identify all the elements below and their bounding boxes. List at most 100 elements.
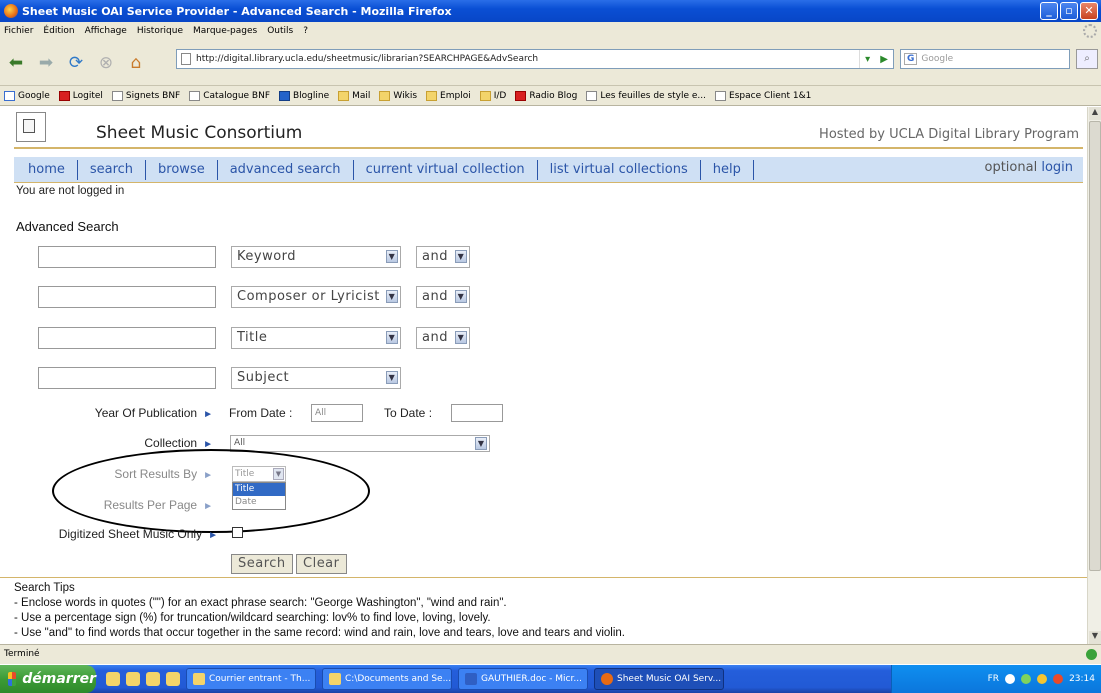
to-date-input[interactable] [451,404,503,422]
menu-affichage[interactable]: Affichage [85,26,127,36]
google-icon [4,90,15,101]
start-button[interactable]: démarrer [0,665,96,693]
site-logo-icon [16,112,46,142]
google-engine-icon[interactable]: G [904,53,918,65]
tray-icon[interactable] [1053,674,1064,684]
collection-label: Collection ► [40,436,213,450]
search-button[interactable]: Search [231,554,293,574]
bool-select-1[interactable]: and ▼ [416,246,470,268]
url-go[interactable]: ▾ ▶ [859,50,893,68]
bookmark-mail[interactable]: Mail [338,90,370,101]
menu-help[interactable]: ? [303,26,308,36]
field-select-1[interactable]: Keyword ▼ [231,246,401,268]
chevron-down-icon[interactable]: ▼ [455,331,467,344]
menu-fichier[interactable]: Fichier [4,26,33,36]
vertical-scrollbar[interactable]: ▲ ▼ [1087,107,1101,644]
sort-option-date[interactable]: Date [233,496,285,509]
field-select-4[interactable]: Subject ▼ [231,367,401,389]
tab-home[interactable]: home [14,159,78,180]
bookmark-wikis[interactable]: Wikis [379,90,417,101]
language-indicator[interactable]: FR [988,674,999,684]
tab-help[interactable]: help [701,159,754,180]
volume-icon[interactable] [1037,674,1048,684]
field-select-2[interactable]: Composer or Lyricist ▼ [231,286,401,308]
tray-icon[interactable] [1005,674,1016,684]
quick-launch-icon[interactable] [146,672,160,686]
digitized-checkbox[interactable] [232,527,243,538]
quick-launch-icon[interactable] [166,672,180,686]
search-term-4-input[interactable] [38,367,216,389]
login-link[interactable]: login [1041,160,1073,175]
chevron-down-icon[interactable]: ▼ [455,290,467,303]
forward-icon[interactable]: ➡ [34,51,58,75]
search-term-1-input[interactable] [38,246,216,268]
maximize-button[interactable]: ▫ [1060,2,1078,20]
collection-select[interactable]: All ▼ [230,435,490,452]
scroll-up-icon[interactable]: ▲ [1089,107,1101,120]
quick-launch-icon[interactable] [126,672,140,686]
scrollbar-thumb[interactable] [1089,121,1101,571]
reload-icon[interactable]: ⟳ [64,51,88,75]
menu-edition[interactable]: Édition [43,26,74,36]
search-magnifier-icon[interactable]: ⌕ [1076,49,1098,69]
chevron-down-icon[interactable]: ▼ [273,468,284,480]
bookmark-logitel[interactable]: Logitel [58,90,103,101]
tab-search[interactable]: search [78,159,147,180]
chevron-down-icon[interactable]: ▼ [475,437,487,450]
bookmark-radio-blog[interactable]: Radio Blog [515,90,578,101]
home-icon[interactable]: ⌂ [124,51,148,75]
stop-icon[interactable]: ⊗ [94,51,118,75]
bookmark-blogline[interactable]: Blogline [279,90,329,101]
tip-line: - Enclose words in quotes ("") for an ex… [14,597,507,609]
bool-select-2[interactable]: and ▼ [416,286,470,308]
task-firefox[interactable]: Sheet Music OAI Serv... [594,668,724,690]
scroll-down-icon[interactable]: ▼ [1089,631,1101,644]
bookmark-catalogue-bnf[interactable]: Catalogue BNF [189,90,270,101]
to-date-label: To Date : [384,406,433,420]
menu-historique[interactable]: Historique [137,26,183,36]
close-button[interactable]: ✕ [1080,2,1098,20]
chevron-down-icon[interactable]: ▼ [455,250,467,263]
field-select-3[interactable]: Title ▼ [231,327,401,349]
mail-icon [193,673,205,685]
quick-launch-icon[interactable] [106,672,120,686]
bookmark-espace-client[interactable]: Espace Client 1&1 [715,90,811,101]
sort-select[interactable]: Title ▼ [232,466,286,482]
tab-browse[interactable]: browse [146,159,218,180]
sort-option-title[interactable]: Title [233,483,285,496]
bookmark-label: Radio Blog [529,90,578,101]
year-label: Year Of Publication ► [40,406,213,420]
task-thunderbird[interactable]: Courrier entrant - Th... [186,668,316,690]
start-label: démarrer [22,671,96,687]
search-term-2-input[interactable] [38,286,216,308]
bookmark-google[interactable]: Google [4,90,50,101]
bookmark-id[interactable]: I/D [479,90,507,101]
bool-select-value: and [422,289,448,304]
chevron-down-icon[interactable]: ▼ [386,290,398,303]
clear-button[interactable]: Clear [296,554,347,574]
tab-list-virtual-collections[interactable]: list virtual collections [538,159,701,180]
bookmark-emploi[interactable]: Emploi [426,90,471,101]
chevron-down-icon[interactable]: ▼ [386,371,398,384]
task-explorer[interactable]: C:\Documents and Se... [322,668,452,690]
from-date-input[interactable]: All [311,404,363,422]
task-word[interactable]: GAUTHIER.doc - Micr... [458,668,588,690]
bool-select-3[interactable]: and ▼ [416,327,470,349]
web-search-box[interactable]: G Google [900,49,1070,69]
search-term-3-input[interactable] [38,327,216,349]
bookmark-label: I/D [493,90,507,101]
bookmark-signets-bnf[interactable]: Signets BNF [111,90,180,101]
menu-marque-pages[interactable]: Marque-pages [193,26,257,36]
tab-advanced-search[interactable]: advanced search [218,159,354,180]
chevron-down-icon[interactable]: ▼ [386,331,398,344]
back-icon[interactable]: ⬅ [4,51,28,75]
url-bar[interactable]: http://digital.library.ucla.edu/sheetmus… [176,49,894,69]
minimize-button[interactable]: _ [1040,2,1058,20]
tab-current-virtual-collection[interactable]: current virtual collection [354,159,538,180]
bookmark-feuilles-de-style[interactable]: Les feuilles de style e... [586,90,706,101]
menu-outils[interactable]: Outils [267,26,293,36]
network-icon[interactable] [1021,674,1032,684]
chevron-down-icon[interactable]: ▼ [386,250,398,263]
go-icon[interactable]: ▶ [880,54,888,65]
dropdown-icon[interactable]: ▾ [865,54,870,65]
